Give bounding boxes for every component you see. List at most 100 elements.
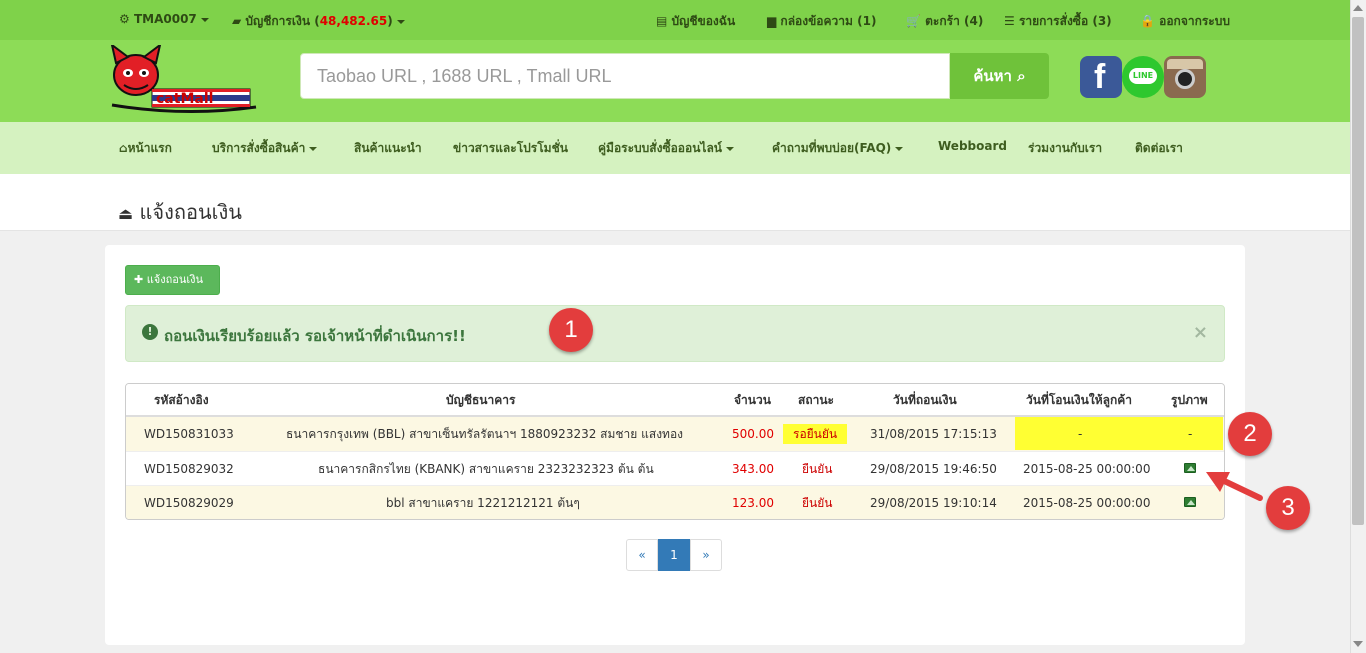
nav-label: คำถามที่พบบ่อย(FAQ) [772,141,892,155]
annotation-badge: 2 [1228,412,1272,456]
wallet-icon: ▰ [232,14,242,28]
scrollbar-thumb[interactable] [1352,17,1364,525]
logo-text: catMall [156,91,213,107]
page-current[interactable]: 1 [658,539,690,571]
nav-label: ร่วมงานกับเรา [1028,141,1103,155]
gear-icon: ⚙ [119,12,130,26]
facebook-icon[interactable]: f [1080,56,1122,98]
chevron-down-icon [396,19,405,24]
top-bar: ⚙ TMA0007 ▰ บัญชีการเงิน (48,482.65) ▤ บ… [0,0,1350,40]
inbox-link[interactable]: ▆ กล่องข้อความ (1) [767,12,876,31]
logout-label: ออกจากระบบ [1159,14,1230,28]
cart-icon: 🛒 [906,14,921,28]
annotation-badge: 1 [549,308,593,352]
ref-cell: WD150831033 [144,427,234,441]
account-label-close: ) [387,14,393,28]
instagram-icon[interactable] [1164,56,1206,98]
search-input[interactable]: Taobao URL , 1688 URL , Tmall URL [300,53,950,99]
page-prev[interactable]: « [626,539,658,571]
col-header: บัญชีธนาคาร [446,393,516,407]
nav-item-faq[interactable]: คำถามที่พบบ่อย(FAQ) [772,139,904,158]
home-icon: ⌂ [119,141,128,155]
ref-cell: WD150829032 [144,462,234,476]
nav-item-careers[interactable]: ร่วมงานกับเรา [1028,139,1102,158]
cat-logo-icon: catMall [110,42,257,114]
status-cell: ยืนยัน [802,462,833,476]
orders-link[interactable]: ☰ รายการสั่งซื้อ (3) [1004,12,1112,31]
inbox-label: กล่องข้อความ (1) [780,14,877,28]
chevron-down-icon [200,17,209,22]
col-header: รหัสอ้างอิง [154,393,209,407]
status-cell: ยืนยัน [802,496,833,510]
col-header: สถานะ [798,393,834,407]
status-badge: รอยืนยัน [783,424,848,444]
pagination: « 1 » [626,539,722,571]
nav-item-webboard[interactable]: Webboard [938,139,1007,153]
transfer-date-cell: 2015-08-25 00:00:00 [1023,462,1151,476]
table-row[interactable]: WD150829029 bbl สาขาแคราย 1221212121 ต้น… [126,485,1224,519]
image-icon[interactable] [1184,463,1196,473]
annotation-badge: 3 [1266,486,1310,530]
table-row[interactable]: WD150831033 ธนาคารกรุงเทพ (BBL) สาขาเซ็น… [126,417,1224,451]
my-account-link[interactable]: ▤ บัญชีของฉัน [656,12,735,31]
logout-link[interactable]: 🔒 ออกจากระบบ [1140,12,1230,31]
content-panel: ✚ แจ้งถอนเงิน ! ถอนเงินเรียบร้อยแล้ว รอเ… [105,245,1245,645]
orders-label: รายการสั่งซื้อ (3) [1018,14,1112,28]
image-icon[interactable] [1184,497,1196,507]
main-nav: ⌂หน้าแรก บริการสั่งซื้อสินค้า สินค้าแนะน… [0,122,1350,174]
success-alert: ! ถอนเงินเรียบร้อยแล้ว รอเจ้าหน้าที่ดำเน… [125,305,1225,362]
alert-message: ถอนเงินเรียบร้อยแล้ว รอเจ้าหน้าที่ดำเนิน… [164,327,466,345]
search-button-label: ค้นหา [973,67,1012,85]
nav-label: Webboard [938,139,1007,153]
image-cell: - [1188,427,1193,441]
add-withdraw-label: แจ้งถอนเงิน [146,273,204,286]
list-icon: ☰ [1004,14,1015,28]
search-icon: ⌕ [1017,67,1026,85]
add-withdraw-button[interactable]: ✚ แจ้งถอนเงิน [125,265,220,295]
col-header: วันที่ถอนเงิน [893,393,957,407]
amount-cell: 343.00 [732,462,774,476]
ref-cell: WD150829029 [144,496,234,510]
account-menu[interactable]: ▰ บัญชีการเงิน (48,482.65) [232,12,405,31]
table-row[interactable]: WD150829032 ธนาคารกสิกรไทย (KBANK) สาขาแ… [126,451,1224,485]
search-button[interactable]: ค้นหา ⌕ [950,53,1049,99]
bank-cell: bbl สาขาแคราย 1221212121 ต้นๆ [386,496,580,510]
chevron-down-icon [309,146,318,151]
col-header: วันที่โอนเงินให้ลูกค้า [1026,393,1133,407]
scroll-down-icon[interactable] [1353,641,1363,647]
comment-icon: ▆ [767,14,777,28]
nav-item-recommended[interactable]: สินค้าแนะนำ [354,139,422,158]
user-menu[interactable]: ⚙ TMA0007 [119,12,209,26]
withdraw-date-cell: 29/08/2015 19:10:14 [870,496,997,510]
chevron-down-icon [895,146,904,151]
table-header: รหัสอ้างอิง บัญชีธนาคาร จำนวน สถานะ วันท… [126,384,1224,417]
nav-label: ข่าวสารและโปรโมชั่น [453,141,568,155]
scroll-up-icon[interactable] [1353,5,1363,11]
site-logo[interactable]: catMall [106,42,270,117]
nav-item-services[interactable]: บริการสั่งซื้อสินค้า [212,139,318,158]
exclamation-icon: ! [142,324,158,340]
nav-item-news[interactable]: ข่าวสารและโปรโมชั่น [453,139,568,158]
cart-label: ตะกร้า (4) [925,14,984,28]
chevron-down-icon [726,146,735,151]
withdraw-table: รหัสอ้างอิง บัญชีธนาคาร จำนวน สถานะ วันท… [125,383,1225,520]
annotation-arrow-icon [1206,472,1263,501]
page-header: ⏏ แจ้งถอนเงิน [0,174,1350,231]
nav-item-contact[interactable]: ติดต่อเรา [1135,139,1183,158]
transfer-date-cell: - [1078,427,1083,441]
amount-cell: 123.00 [732,496,774,510]
withdraw-icon: ⏏ [118,204,134,223]
my-account-label: บัญชีของฉัน [671,14,736,28]
status-cell: รอยืนยัน [783,417,848,451]
nav-item-home[interactable]: ⌂หน้าแรก [119,139,172,158]
bank-cell: ธนาคารกสิกรไทย (KBANK) สาขาแคราย 2323232… [318,462,654,476]
nav-item-guide[interactable]: คู่มือระบบสั่งซื้อออนไลน์ [598,139,735,158]
list-icon: ▤ [656,14,668,28]
account-balance: 48,482.65 [319,14,388,28]
page-next[interactable]: » [690,539,722,571]
cart-link[interactable]: 🛒 ตะกร้า (4) [906,12,983,31]
col-header: รูปภาพ [1171,393,1208,407]
close-icon[interactable]: × [1193,322,1208,343]
line-icon[interactable]: LINE [1122,56,1164,98]
line-label: LINE [1129,68,1157,84]
